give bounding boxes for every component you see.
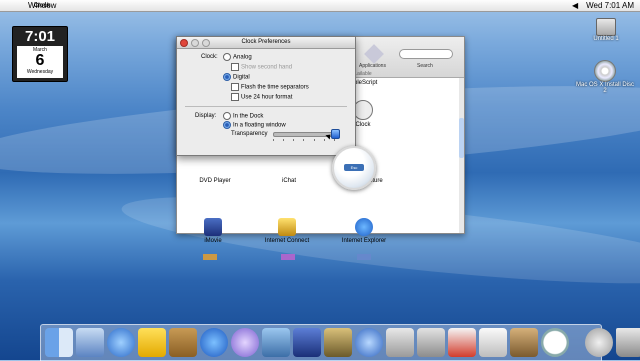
menu-app-name[interactable]: Clock xyxy=(12,3,72,9)
transparency-label: Transparency xyxy=(231,131,268,137)
app-icon-partial xyxy=(203,254,217,260)
checkbox-24-hour[interactable]: Use 24 hour format xyxy=(231,93,292,101)
app-icon-partial xyxy=(281,254,295,260)
cd-icon xyxy=(594,60,616,82)
search-input[interactable] xyxy=(399,49,453,59)
app-label: iChat xyxy=(281,178,296,184)
trash-icon[interactable] xyxy=(616,328,640,357)
ichat-av-icon[interactable] xyxy=(417,328,445,357)
acrobat-icon[interactable] xyxy=(448,328,476,357)
volume-icon[interactable]: ◀ xyxy=(572,1,578,10)
address-book-icon[interactable] xyxy=(169,328,197,357)
checkbox[interactable] xyxy=(231,83,239,91)
clock-icon[interactable] xyxy=(541,328,569,357)
finder-icon[interactable] xyxy=(45,328,73,357)
app-label: iMovie xyxy=(204,238,222,244)
checkbox-flash-separators[interactable]: Flash the time separators xyxy=(231,83,309,91)
radio-in-dock[interactable]: In the Dock xyxy=(223,112,263,120)
hard-disk-icon xyxy=(596,18,616,36)
desktop-icon-label: Mac OS X Install Disc 2 xyxy=(575,82,634,94)
transparency-slider-knob[interactable] xyxy=(331,129,340,139)
window-controls xyxy=(180,39,210,47)
menu-clock[interactable]: Wed 7:01 AM xyxy=(586,1,634,10)
clock-widget[interactable]: 7:01 March 6 Wednesday xyxy=(12,26,68,82)
radio-label: Analog xyxy=(233,54,252,61)
app-item-internet-explorer[interactable]: Internet Explorer xyxy=(334,218,394,244)
clock-label: Clock: xyxy=(201,54,218,60)
checkbox-label: Show second hand xyxy=(241,64,293,71)
radio-digital[interactable]: Digital xyxy=(223,73,250,81)
clock-digital-time: 7:01 xyxy=(24,28,56,45)
radio-button[interactable] xyxy=(223,73,231,81)
zoom-button[interactable] xyxy=(202,39,210,47)
dock-separator xyxy=(572,328,582,357)
floating-clock[interactable]: Esc xyxy=(332,146,376,190)
calendar-weekday: Wednesday xyxy=(26,69,54,75)
app-label: Internet Explorer xyxy=(341,238,387,244)
internet-connect-icon xyxy=(278,218,296,236)
iphoto-icon[interactable] xyxy=(262,328,290,357)
display-label: Display: xyxy=(195,113,217,119)
internet-explorer-icon[interactable] xyxy=(200,328,228,357)
toolbar-applications[interactable]: Applications xyxy=(359,63,386,69)
toolbar-search-label: Search xyxy=(417,63,433,69)
dock-items xyxy=(45,328,640,357)
system-preferences-icon[interactable] xyxy=(386,328,414,357)
desktop-icon-install-disc[interactable]: Mac OS X Install Disc 2 xyxy=(574,60,636,94)
window-title: Clock Preferences xyxy=(241,39,291,45)
app-item-ichat[interactable]: iChat xyxy=(259,178,319,184)
app-item-dvd-player[interactable]: DVD Player xyxy=(185,178,245,184)
textedit-icon[interactable] xyxy=(479,328,507,357)
radio-label: Digital xyxy=(233,74,250,81)
radio-button[interactable] xyxy=(223,121,231,129)
calendar-tile: March 6 Wednesday xyxy=(17,46,63,78)
radio-button[interactable] xyxy=(223,53,231,61)
dock xyxy=(40,324,640,361)
checkbox xyxy=(231,63,239,71)
quicktime-icon[interactable] xyxy=(355,328,383,357)
desktop-icon-hard-disk[interactable]: Untitled 1 xyxy=(588,18,624,42)
radio-label: In the Dock xyxy=(233,113,264,120)
ie-icon xyxy=(355,218,373,236)
preview-icon[interactable] xyxy=(510,328,538,357)
checkbox[interactable] xyxy=(231,93,239,101)
ichat-icon[interactable] xyxy=(107,328,135,357)
radio-analog[interactable]: Analog xyxy=(223,53,252,61)
app-item-internet-connect[interactable]: Internet Connect xyxy=(257,218,317,244)
window-title-bar[interactable]: Clock Preferences xyxy=(177,37,355,49)
slider-ticks xyxy=(273,139,335,141)
app-icon-partial xyxy=(357,254,371,260)
mail-at-icon[interactable] xyxy=(585,328,613,357)
close-button[interactable] xyxy=(180,39,188,47)
checkbox-show-second-hand: Show second hand xyxy=(231,63,292,71)
applications-icon xyxy=(364,44,384,64)
radio-button[interactable] xyxy=(223,112,231,120)
imovie-icon xyxy=(204,218,222,236)
scroll-thumb[interactable] xyxy=(459,118,464,158)
app-item-imovie[interactable]: iMovie xyxy=(183,218,243,244)
sherlock-icon[interactable] xyxy=(324,328,352,357)
radio-label: In a floating window xyxy=(233,122,286,129)
desktop-icon-label: Untitled 1 xyxy=(593,36,619,42)
menu-bar: Clock Window ◀ Wed 7:01 AM xyxy=(0,0,640,12)
divider xyxy=(185,106,347,107)
itunes-icon[interactable] xyxy=(231,328,259,357)
checkbox-label: Flash the time separators xyxy=(241,84,309,91)
app-label: DVD Player xyxy=(199,178,231,184)
imovie-icon[interactable] xyxy=(293,328,321,357)
calendar-day: 6 xyxy=(35,52,45,69)
app-label: Internet Connect xyxy=(264,238,310,244)
vertical-scrollbar[interactable] xyxy=(459,78,464,233)
floating-clock-label: Esc xyxy=(344,164,364,171)
aim-icon[interactable] xyxy=(138,328,166,357)
clock-icon xyxy=(353,100,373,120)
mail-icon[interactable] xyxy=(76,328,104,357)
minimize-button[interactable] xyxy=(191,39,199,47)
radio-floating-window[interactable]: In a floating window xyxy=(223,121,286,129)
checkbox-label: Use 24 hour format xyxy=(241,94,293,101)
